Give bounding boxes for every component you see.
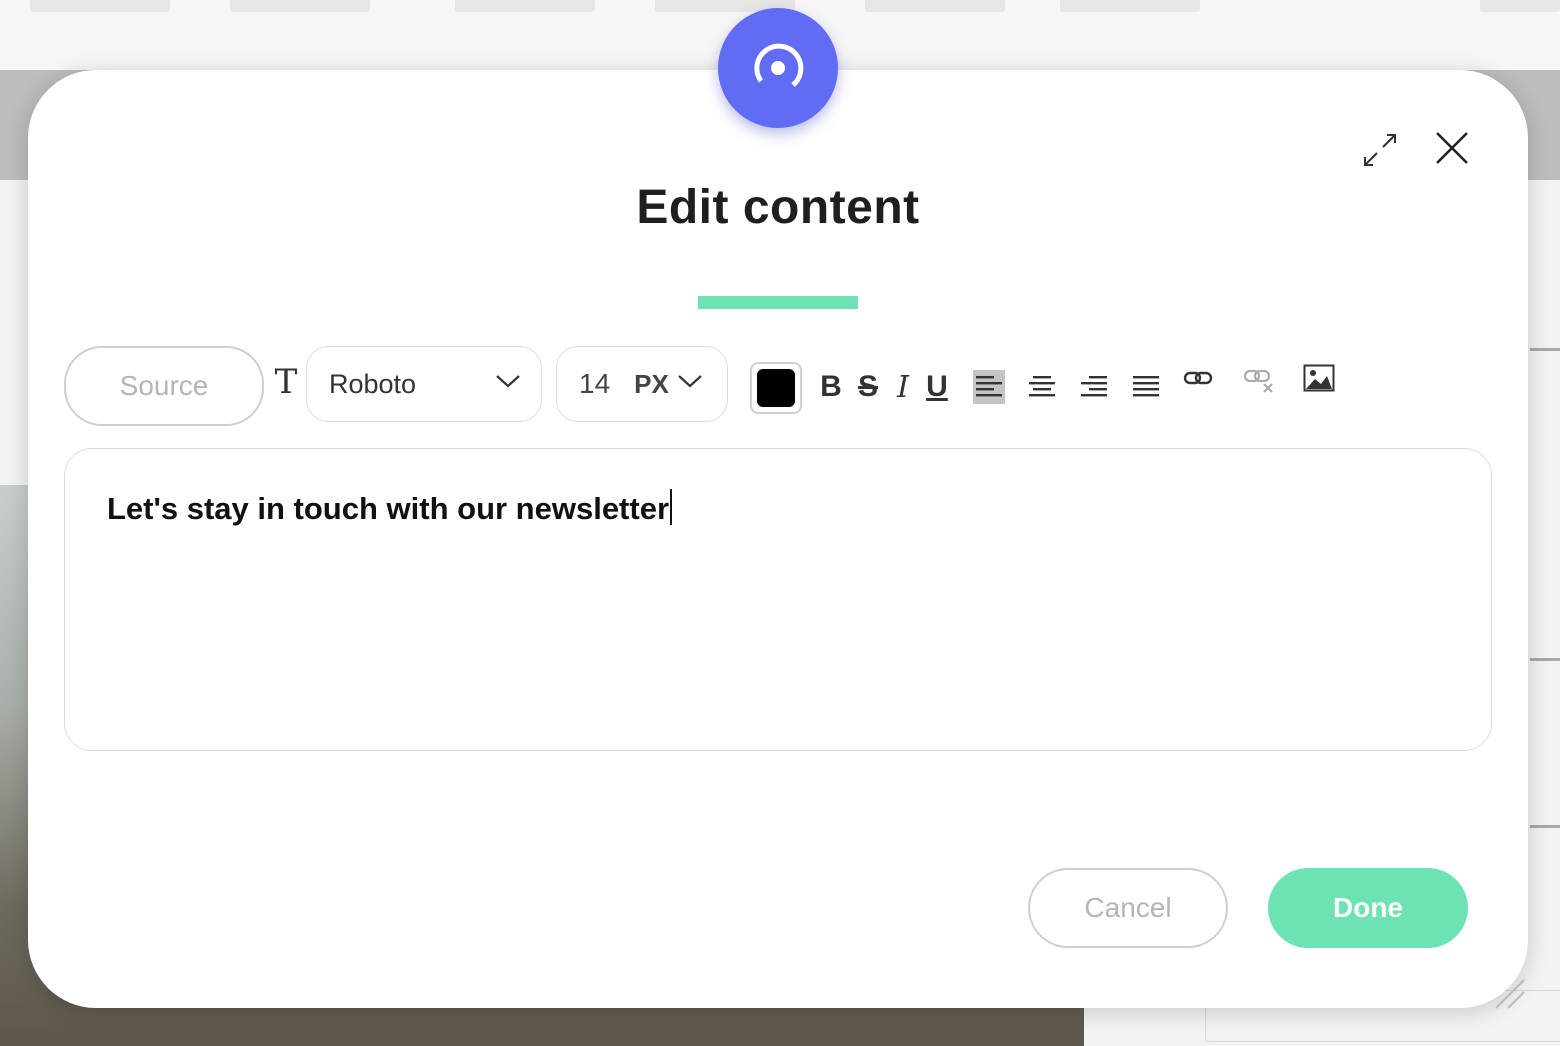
resize-handle-icon[interactable]: [1490, 974, 1530, 1014]
font-type-icon: T: [274, 362, 298, 402]
background-nav-item: [1480, 0, 1560, 12]
font-size-unit: PX: [634, 368, 669, 399]
expand-icon[interactable]: [1358, 128, 1402, 172]
font-family-value: Roboto: [329, 368, 417, 399]
font-family-select[interactable]: Roboto: [306, 346, 542, 422]
source-button[interactable]: Source: [64, 346, 264, 426]
link-icon[interactable]: [1182, 364, 1214, 392]
content-editor[interactable]: Let's stay in touch with our newsletter: [64, 448, 1492, 751]
background-nav-item: [1060, 0, 1200, 12]
edit-content-modal: Edit content Source T Roboto 14 PX B S I…: [28, 70, 1528, 1009]
chevron-down-icon: [677, 373, 703, 394]
align-right-icon[interactable]: [1078, 370, 1110, 404]
editor-content: Let's stay in touch with our newsletter: [107, 491, 670, 526]
align-center-icon[interactable]: [1026, 370, 1058, 404]
italic-button[interactable]: I: [892, 367, 914, 407]
background-nav-item: [230, 0, 370, 12]
background-divider: [1530, 825, 1560, 828]
font-size-value: 14: [579, 368, 611, 399]
text-color-picker[interactable]: [750, 362, 802, 414]
align-justify-icon[interactable]: [1130, 370, 1162, 404]
strikethrough-button[interactable]: S: [854, 367, 882, 407]
underline-button[interactable]: U: [924, 367, 950, 407]
editor-text-line[interactable]: Let's stay in touch with our newsletter: [107, 489, 673, 527]
background-divider: [1530, 658, 1560, 661]
background-divider: [1530, 348, 1560, 351]
target-icon: [718, 8, 838, 128]
close-icon[interactable]: [1430, 126, 1474, 170]
bold-button[interactable]: B: [818, 367, 844, 407]
background-nav-item: [865, 0, 1005, 12]
text-color-swatch: [757, 369, 795, 407]
cancel-button[interactable]: Cancel: [1028, 868, 1228, 948]
image-icon[interactable]: [1303, 364, 1335, 392]
align-left-icon[interactable]: [973, 370, 1005, 404]
done-button[interactable]: Done: [1268, 868, 1468, 948]
text-caret: [670, 489, 673, 525]
chevron-down-icon: [495, 373, 521, 394]
unlink-icon[interactable]: [1242, 364, 1276, 396]
modal-title: Edit content: [636, 181, 920, 234]
font-size-select[interactable]: 14 PX: [556, 346, 728, 422]
title-underline: [698, 296, 858, 309]
background-nav-item: [455, 0, 595, 12]
background-nav-item: [30, 0, 170, 12]
